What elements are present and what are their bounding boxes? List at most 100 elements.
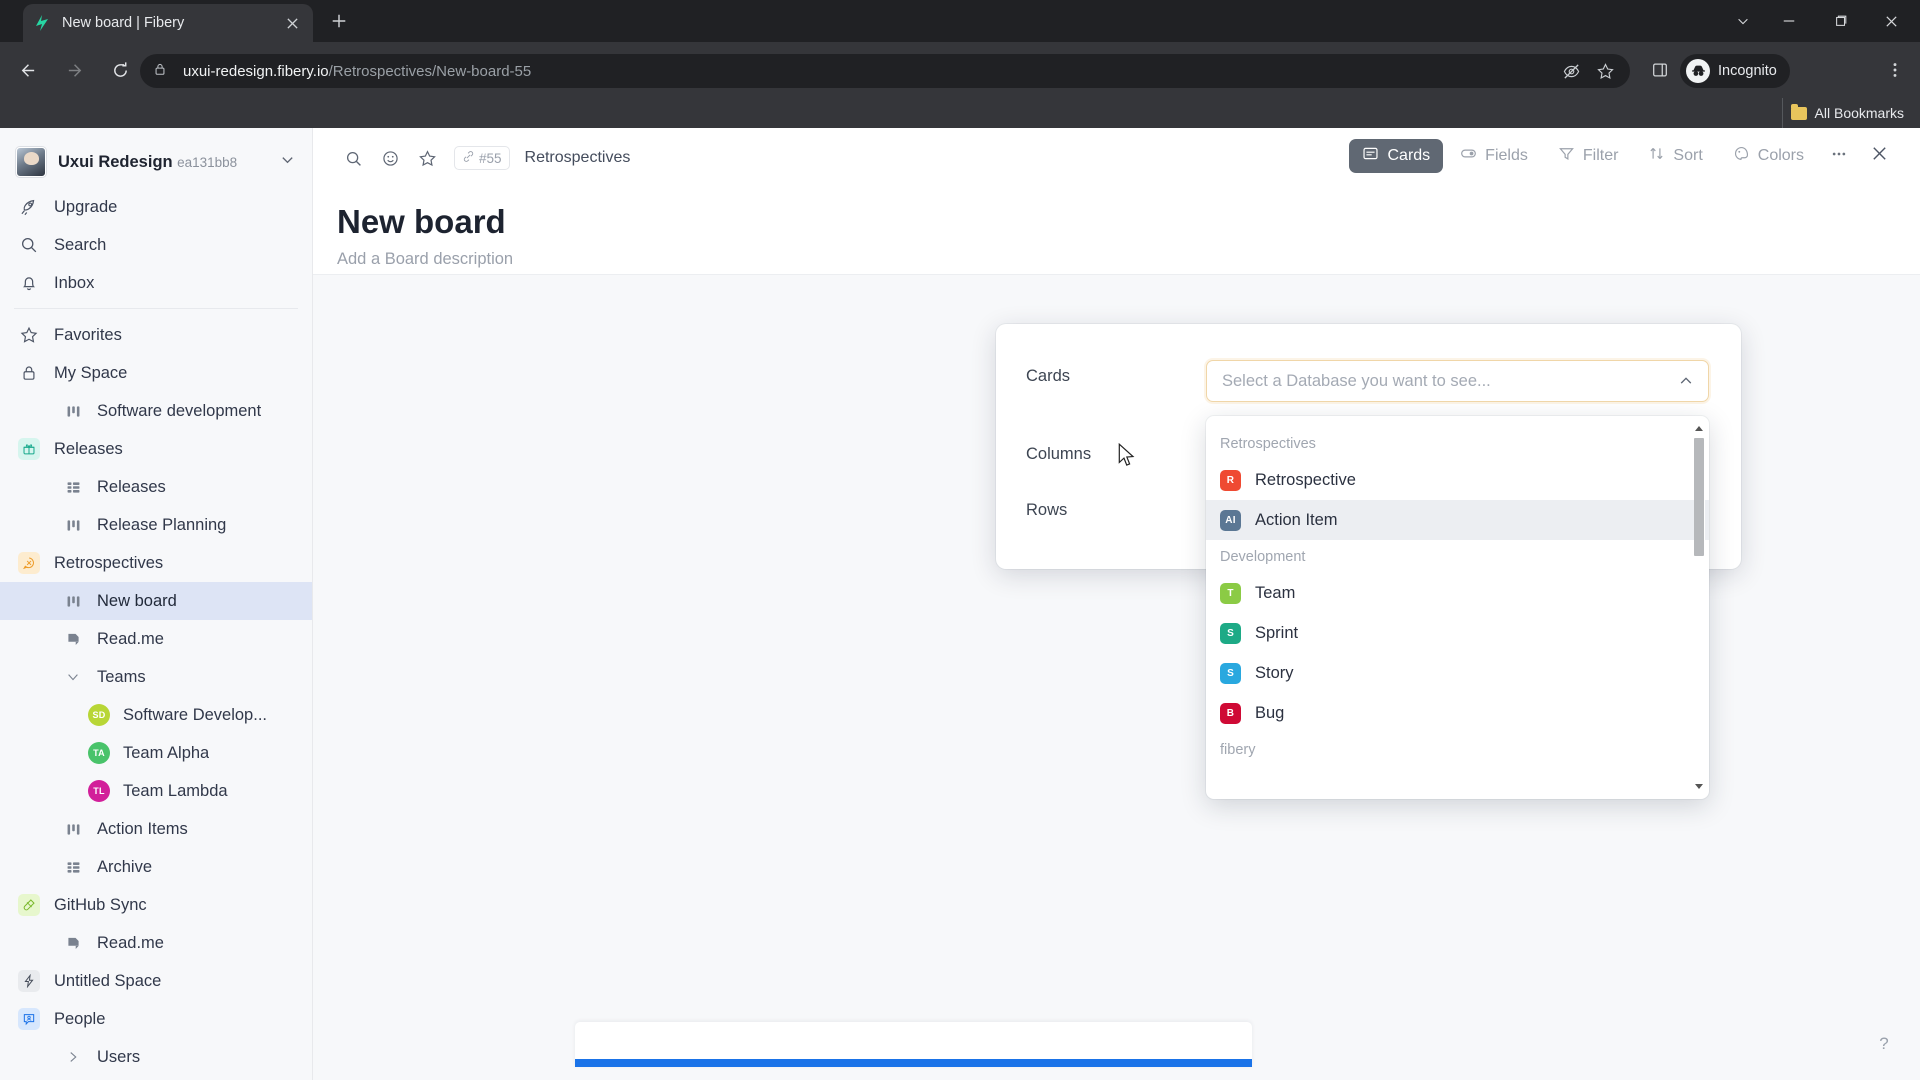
sidebar-item-label: GitHub Sync <box>54 895 147 914</box>
breadcrumb-space-label[interactable]: Retrospectives <box>525 149 631 167</box>
database-select-input[interactable]: Select a Database you want to see... <box>1206 360 1709 402</box>
panel-label-cards: Cards <box>1026 366 1071 385</box>
all-bookmarks-button[interactable]: All Bookmarks <box>1781 98 1912 128</box>
sidebar-item-label: Read.me <box>97 629 164 648</box>
sidebar-item-label: Search <box>54 235 107 254</box>
sidebar-item-label: Team Lambda <box>123 781 228 800</box>
sidebar-item-readme-github[interactable]: Read.me <box>0 924 312 962</box>
back-button[interactable] <box>12 55 42 85</box>
close-view-button[interactable] <box>1861 139 1898 173</box>
lock-icon <box>16 360 42 386</box>
dropdown-scrollbar[interactable] <box>1692 424 1707 791</box>
palette-icon <box>1733 145 1750 167</box>
sidebar-item-team-alpha[interactable]: TA Team Alpha <box>0 734 312 772</box>
dropdown-item-retrospective[interactable]: R Retrospective <box>1206 460 1709 500</box>
sort-label: Sort <box>1673 147 1703 164</box>
dropdown-item-story[interactable]: S Story <box>1206 653 1709 693</box>
sort-button[interactable]: Sort <box>1635 139 1715 173</box>
chevron-down-icon[interactable] <box>276 152 298 172</box>
sidebar-item-inbox[interactable]: Inbox <box>0 264 312 302</box>
colors-button[interactable]: Colors <box>1720 139 1817 173</box>
new-tab-button[interactable] <box>325 10 353 38</box>
sidebar-item-people[interactable]: People <box>0 1000 312 1038</box>
kebab-menu-icon[interactable] <box>1880 55 1910 85</box>
board-icon <box>60 588 86 614</box>
sidebar-item-releases-space[interactable]: Releases <box>0 430 312 468</box>
sidebar-item-new-board[interactable]: New board <box>0 582 312 620</box>
eye-off-icon[interactable] <box>1562 62 1581 81</box>
more-options-button[interactable] <box>1821 139 1857 173</box>
panel-label-columns: Columns <box>1026 444 1092 463</box>
avatar-initials: TA <box>88 742 110 764</box>
lock-icon <box>153 62 171 80</box>
workspace-switcher[interactable]: Uxui Redesign ea131bb8 <box>0 136 312 188</box>
search-icon[interactable] <box>337 142 369 174</box>
help-button[interactable]: ? <box>1870 1030 1898 1058</box>
sidebar-item-action-items[interactable]: Action Items <box>0 810 312 848</box>
grid-icon <box>60 474 86 500</box>
database-dropdown-list[interactable]: Retrospectives R Retrospective AI Action… <box>1206 416 1709 799</box>
database-badge: B <box>1220 702 1241 724</box>
page-title[interactable]: New board <box>337 202 1920 242</box>
scroll-down-arrow[interactable] <box>1695 784 1703 789</box>
sidebar-item-releases-view[interactable]: Releases <box>0 468 312 506</box>
side-panel-icon[interactable] <box>1645 55 1675 85</box>
board-description-placeholder[interactable]: Add a Board description <box>337 250 1920 269</box>
forward-button[interactable] <box>60 55 90 85</box>
chevron-up-icon[interactable] <box>1676 373 1696 389</box>
bookmarks-bar: All Bookmarks <box>0 98 1920 128</box>
entity-id-chip[interactable]: #55 <box>454 146 510 170</box>
emoji-smiley-icon[interactable] <box>374 142 406 174</box>
sidebar-item-users-folder[interactable]: Users <box>0 1038 312 1076</box>
incognito-profile-button[interactable]: Incognito <box>1680 54 1790 88</box>
sidebar-item-teams-folder[interactable]: Teams <box>0 658 312 696</box>
scrollbar-thumb[interactable] <box>1694 438 1704 556</box>
database-select-placeholder: Select a Database you want to see... <box>1222 371 1491 390</box>
sidebar-item-label: Release Planning <box>97 515 227 534</box>
sidebar-item-my-space[interactable]: My Space <box>0 354 312 392</box>
minimize-icon[interactable] <box>1766 0 1812 42</box>
sidebar-item-retrospectives-space[interactable]: Retrospectives <box>0 544 312 582</box>
reload-button[interactable] <box>105 55 135 85</box>
dropdown-item-action-item[interactable]: AI Action Item <box>1206 500 1709 540</box>
sidebar-item-software-development[interactable]: Software development <box>0 392 312 430</box>
sidebar-item-github-sync[interactable]: GitHub Sync <box>0 886 312 924</box>
sidebar-item-readme-retrospectives[interactable]: Read.me <box>0 620 312 658</box>
avatar-initials: TL <box>88 780 110 802</box>
sidebar-item-favorites[interactable]: Favorites <box>0 316 312 354</box>
chevron-right-small-icon[interactable] <box>60 1044 86 1070</box>
bell-icon <box>16 270 42 296</box>
restore-icon[interactable] <box>1818 0 1864 42</box>
sidebar-item-label: Favorites <box>54 325 122 344</box>
filter-button[interactable]: Filter <box>1545 139 1632 173</box>
sidebar-item-upgrade[interactable]: Upgrade <box>0 188 312 226</box>
board-header: New board Add a Board description <box>313 184 1920 269</box>
sidebar-item-untitled-space[interactable]: Untitled Space <box>0 962 312 1000</box>
star-icon[interactable] <box>411 142 443 174</box>
address-bar[interactable]: uxui-redesign.fibery.io/Retrospectives/N… <box>140 54 1630 88</box>
dropdown-item-sprint[interactable]: S Sprint <box>1206 613 1709 653</box>
chevron-down-small-icon[interactable] <box>60 664 86 690</box>
scroll-up-arrow[interactable] <box>1695 426 1703 431</box>
app-sidebar: Uxui Redesign ea131bb8 Upgrade Search In… <box>0 128 313 1080</box>
browser-tab[interactable]: New board | Fibery <box>23 4 313 42</box>
sidebar-item-label: Untitled Space <box>54 971 162 990</box>
star-icon[interactable] <box>1596 62 1615 81</box>
sidebar-item-label: Users <box>97 1047 141 1066</box>
funnel-icon <box>1558 145 1575 167</box>
sidebar-item-release-planning[interactable]: Release Planning <box>0 506 312 544</box>
dropdown-item-bug[interactable]: B Bug <box>1206 693 1709 733</box>
tab-search-chevron-down-icon[interactable] <box>1720 0 1766 42</box>
window-close-icon[interactable] <box>1868 0 1914 42</box>
close-icon[interactable] <box>281 12 303 34</box>
dropdown-item-label: Sprint <box>1255 623 1299 642</box>
dropdown-item-team[interactable]: T Team <box>1206 573 1709 613</box>
cards-button[interactable]: Cards <box>1349 139 1444 173</box>
fields-button[interactable]: Fields <box>1447 139 1541 173</box>
sidebar-item-archive[interactable]: Archive <box>0 848 312 886</box>
avatar: SD <box>86 702 112 728</box>
sidebar-item-team-lambda[interactable]: TL Team Lambda <box>0 772 312 810</box>
sidebar-item-software-development-team[interactable]: SD Software Develop... <box>0 696 312 734</box>
sidebar-item-search[interactable]: Search <box>0 226 312 264</box>
people-icon <box>16 1006 42 1032</box>
